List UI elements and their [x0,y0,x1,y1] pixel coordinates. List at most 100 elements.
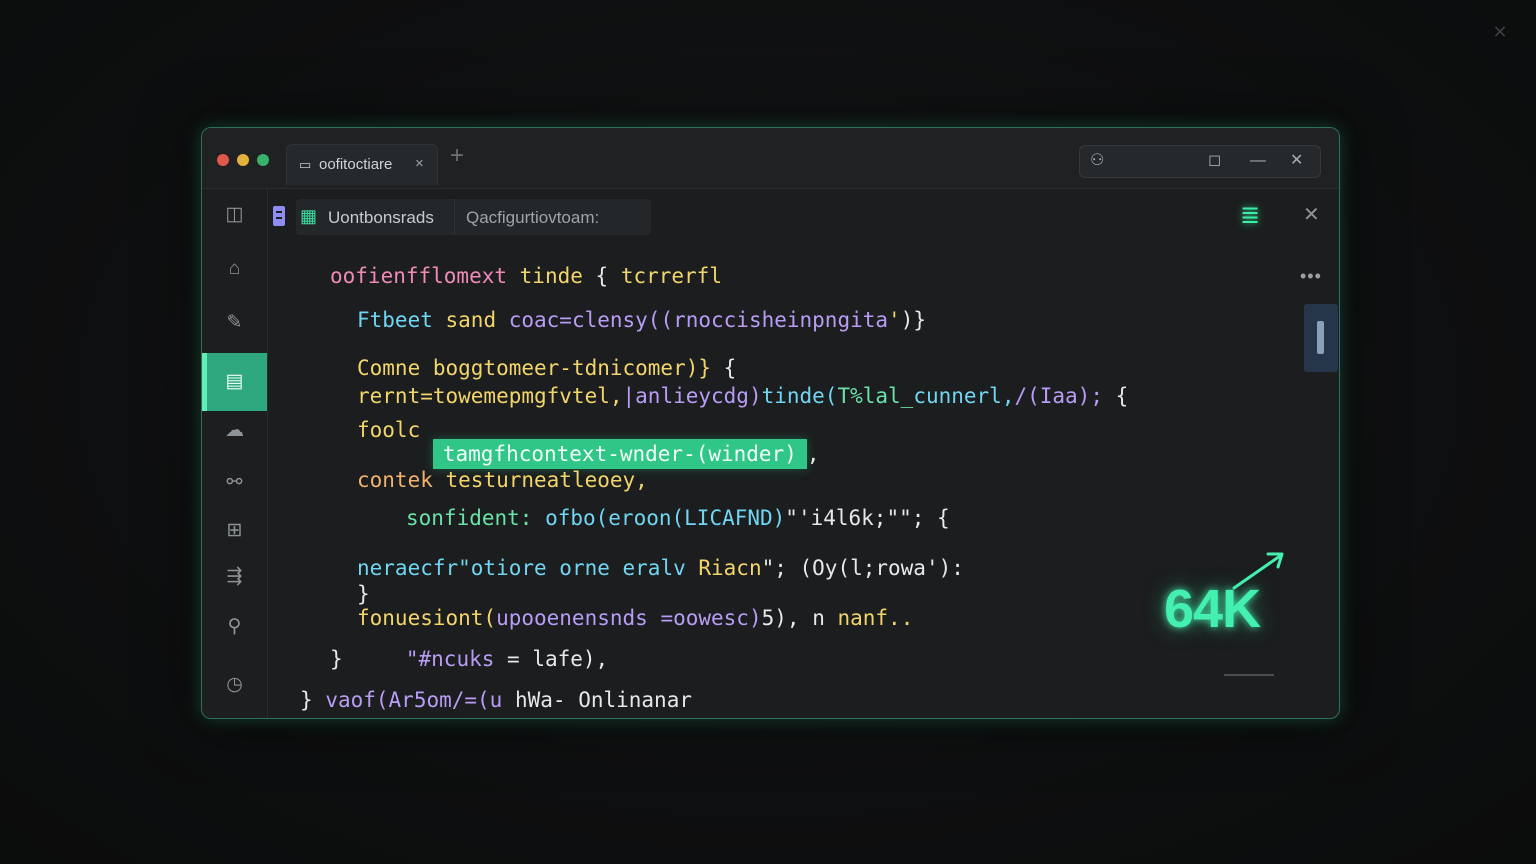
code-line-9: } [357,582,370,606]
code-token: sand [445,308,509,332]
code-token: "'i4l6k;""; [785,506,938,530]
tab-close-icon[interactable]: × [415,155,424,172]
code-token: } [300,688,313,712]
tab-title: oofitoctiare [319,156,393,173]
code-token: )} [900,308,926,332]
pin-icon[interactable]: ⚲ [202,607,267,647]
code-line-11: } "#ncuks = lafe), [330,647,608,671]
code-token: tcrrerfl [620,264,722,288]
clock-icon[interactable]: ◷ [202,665,267,705]
page-close-icon[interactable]: ✕ [1490,22,1510,42]
code-line-6: contek testurneatleoey, [357,468,648,492]
code-token: Ftbeet [357,308,446,332]
extensions-icon[interactable]: ⊞ [202,511,267,551]
close-icon[interactable]: ✕ [1290,150,1303,172]
cloud-icon[interactable]: ☁ [202,411,267,451]
code-editor[interactable]: oofienfflomext tinde { tcrrerfl Ftbeet s… [294,256,1294,718]
code-token: sonfident: [406,506,546,530]
scrollbar-thumb[interactable] [1317,321,1324,354]
code-line-7: sonfident: ofbo(eroon(LICAFND)"'i4l6k;""… [406,506,950,530]
breadcrumb: ▦ Uontbonsrads Qacfigurtiovtoam: [296,199,651,235]
code-token: hWa- [514,688,579,712]
code-token: n [799,606,838,630]
title-bar: ▭ oofitoctiare × + ⚇ ◻ — ✕ [202,128,1339,189]
search-input[interactable]: Qacfigurtiovtoam: [466,208,599,228]
code-token: orne [559,556,623,580]
code-token: eralv [622,556,699,580]
new-tab-icon[interactable]: + [450,144,464,168]
minimize-icon[interactable]: — [1250,150,1266,172]
code-token: neraecfr"otiore [357,556,560,580]
code-token: oofienfflomext [330,264,520,288]
code-token: ofbo(eroon(LICAFND) [545,506,786,530]
code-token: T%lal_ [837,384,914,408]
code-token: { [595,264,621,288]
code-line-8: neraecfr"otiore orne eralv Riacn"; (Oy(l… [357,556,964,580]
more-options-icon[interactable]: ••• [1300,266,1322,287]
highlight-trail: , [806,442,820,466]
home-icon[interactable]: ⌂ [202,249,267,289]
lock-icon: ▭ [299,157,312,172]
document-icon[interactable]: ▤ [202,353,267,411]
code-token: fonuesiont( [357,606,497,630]
code-token: tinde [519,264,596,288]
panel-toggle-icon[interactable]: ≣ [1224,201,1276,231]
calendar-icon: ▦ [300,206,318,226]
code-token: { [937,506,950,530]
panels-icon[interactable]: ◫ [202,195,267,235]
code-token: "; (Oy(l;rowa'): [761,556,964,580]
code-line-3: Comne boggtomeer-tdnicomer)} { [357,356,736,380]
window-minimize-dot[interactable] [237,154,249,166]
breadcrumb-divider [454,199,455,235]
code-token: contek [357,468,446,492]
window-close-dot[interactable] [217,154,229,166]
code-token: 5), [761,606,800,630]
code-token: boggtomeer-tdnicomer)} [432,356,724,380]
code-token: rernt=towemepmgfvtel, [357,384,623,408]
code-line-4: rernt=towemepmgfvtel,|anlieycdg)tinde(T%… [357,384,1128,408]
scrollbar[interactable] [1304,304,1338,372]
bookmarks-icon[interactable]: ⇶ [202,557,267,597]
editor-toolbar: ▦ Uontbonsrads Qacfigurtiovtoam: ≣ ✕ [268,189,1338,245]
highlighted-selection[interactable]: tamgfhcontext-wnder-(winder) [432,439,807,469]
tab-active[interactable]: ▭ oofitoctiare × [286,144,438,185]
code-token: upooenensnds [496,606,661,630]
window-controls: ⚇ ◻ — ✕ [1079,145,1321,178]
code-token: testurneatleoey, [445,468,648,492]
code-token: |anlieycdg) [622,384,762,408]
code-token: ' [888,308,901,332]
code-token: /(Iaa); [1014,384,1116,408]
menu-icon[interactable] [273,206,285,226]
code-line-2: Ftbeet sand coac=clensy((rnoccisheinpngi… [357,308,926,332]
brush-icon[interactable]: ✎ [202,303,267,343]
code-token: tinde( [761,384,838,408]
code-token: Riacn [698,556,762,580]
code-token: { [1115,384,1129,408]
code-token: Onlinanar [578,688,692,712]
sidebar: ◫ ⌂ ✎ ▤ ☁ ⚯ ⊞ ⇶ ⚲ ◷ [202,189,268,718]
code-token: vaof(Ar5om/=(u [325,688,515,712]
code-token: foolc [357,418,433,442]
user-icon[interactable]: ⚇ [1090,150,1104,172]
browser-window: ▭ oofitoctiare × + ⚇ ◻ — ✕ ◫ ⌂ ✎ ▤ ☁ ⚯ ⊞… [201,127,1340,719]
code-token: { [723,356,737,380]
code-line-1: oofienfflomext tinde { tcrrerfl [330,264,722,288]
code-token: } [330,647,343,671]
panel-close-icon[interactable]: ✕ [1303,202,1320,227]
code-token: cunnerl, [913,384,1015,408]
stat-value: 64K [1164,579,1261,639]
link-icon[interactable]: ⚯ [202,463,267,503]
code-token: = [507,647,533,671]
code-token: "#ncuks [405,647,508,671]
code-line-12: } vaof(Ar5om/=(u hWa- Onlinanar [300,688,692,712]
breadcrumb-label[interactable]: Uontbonsrads [328,208,434,228]
code-token: =oowesc) [660,606,762,630]
code-token: Comne [357,356,433,380]
maximize-icon[interactable]: ◻ [1208,150,1221,172]
stat-divider [1224,674,1274,676]
code-token: } [357,582,370,606]
code-token: coac=clensy((rnoccisheinpngita [508,308,889,332]
window-zoom-dot[interactable] [257,154,269,166]
